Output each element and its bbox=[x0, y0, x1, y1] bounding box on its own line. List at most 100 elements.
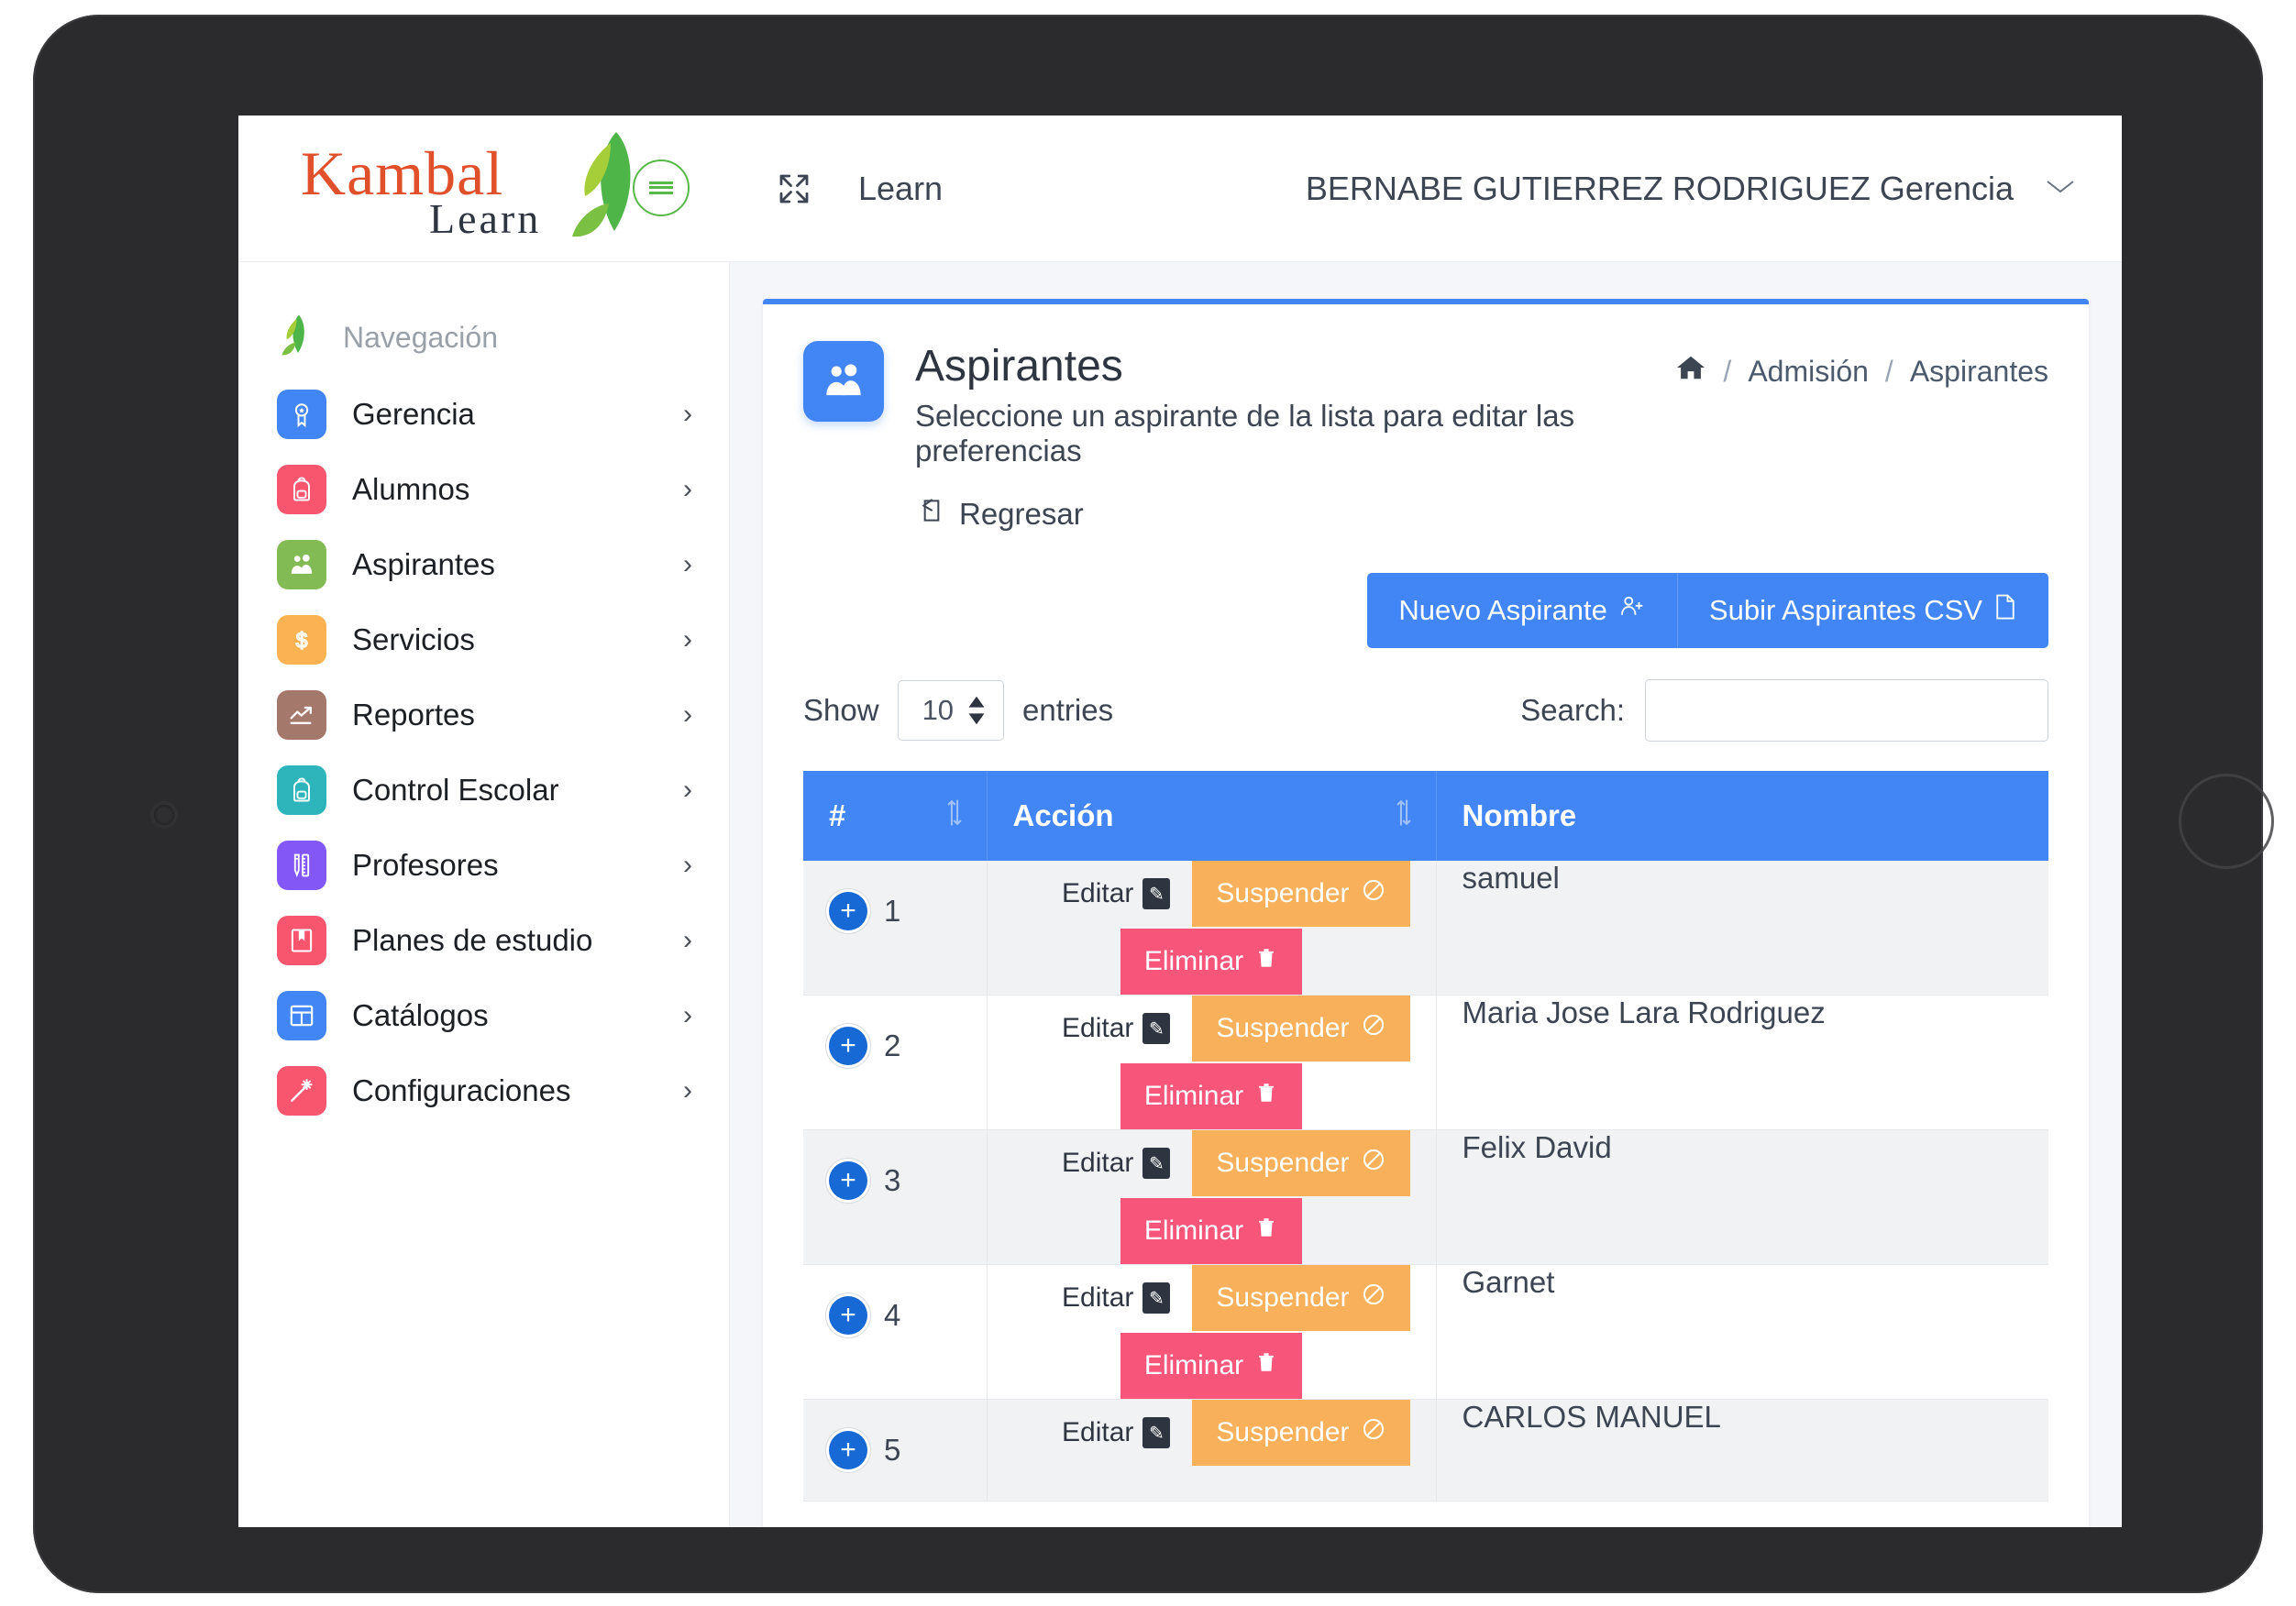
suspend-button[interactable]: Suspender bbox=[1192, 1265, 1410, 1332]
new-aspirante-button[interactable]: Nuevo Aspirante bbox=[1367, 573, 1677, 649]
edit-button[interactable]: Editar ✎ bbox=[1062, 1282, 1171, 1314]
upload-csv-label: Subir Aspirantes CSV bbox=[1708, 594, 1982, 627]
card-header: Aspirantes Seleccione un aspirante de la… bbox=[803, 341, 2048, 468]
delete-button-label: Eliminar bbox=[1143, 1216, 1244, 1247]
search-input[interactable] bbox=[1645, 679, 2048, 742]
show-label: Show bbox=[803, 693, 879, 728]
sidebar-item-reportes[interactable]: Reportes › bbox=[238, 677, 729, 753]
home-icon[interactable] bbox=[1675, 354, 1706, 389]
row-number: 4 bbox=[884, 1298, 901, 1333]
table-row[interactable]: +4 Editar ✎ Suspender Eliminar Garnet bbox=[803, 1264, 2048, 1401]
chevron-right-icon: › bbox=[683, 775, 692, 805]
sidebar-item-label: Catálogos bbox=[352, 998, 489, 1032]
table-row[interactable]: +5 Editar ✎ Suspender CARLOS MANUEL bbox=[803, 1399, 2048, 1502]
suspend-button[interactable]: Suspender bbox=[1192, 996, 1410, 1062]
row-number: 5 bbox=[884, 1433, 901, 1468]
plus-circle-icon[interactable]: + bbox=[829, 1161, 867, 1201]
page-size-select[interactable]: 10 bbox=[897, 680, 1005, 742]
magic-wand-icon bbox=[277, 1066, 326, 1116]
table-row[interactable]: +1 Editar ✎ Suspender Eliminar samuel bbox=[803, 861, 2048, 996]
delete-button[interactable]: Eliminar bbox=[1120, 929, 1303, 996]
breadcrumb-separator-1: / bbox=[1723, 354, 1732, 388]
delete-button[interactable]: Eliminar bbox=[1120, 1063, 1303, 1130]
show-entries-control: Show 10 entries bbox=[803, 680, 1113, 742]
page-title: Aspirantes bbox=[915, 342, 1123, 390]
sidebar-item-configuraciones[interactable]: Configuraciones › bbox=[238, 1053, 729, 1128]
edit-button[interactable]: Editar ✎ bbox=[1062, 1148, 1171, 1180]
plus-circle-icon[interactable]: + bbox=[829, 1027, 867, 1066]
suspend-button-label: Suspender bbox=[1216, 1282, 1350, 1314]
edit-button-label: Editar bbox=[1062, 1417, 1134, 1448]
table-body: +1 Editar ✎ Suspender Eliminar samuel +2 Editar… bbox=[803, 861, 2048, 1502]
pencil-square-icon: ✎ bbox=[1142, 1013, 1171, 1045]
delete-button[interactable]: Eliminar bbox=[1120, 1333, 1303, 1400]
breadcrumb-separator-2: / bbox=[1884, 354, 1893, 388]
cell-accion: Editar ✎ Suspender bbox=[987, 1399, 1437, 1502]
sidebar-item-alumnos[interactable]: Alumnos › bbox=[238, 452, 729, 527]
sidebar: Navegación Gerencia › Alumnos › Aspirantes › $… bbox=[238, 262, 730, 1527]
ban-icon bbox=[1361, 1147, 1386, 1180]
brand-logo[interactable]: Kambal Learn bbox=[238, 116, 730, 261]
user-menu[interactable]: BERNABE GUTIERREZ RODRIGUEZ Gerencia bbox=[1306, 170, 2076, 208]
sidebar-item-label: Configuraciones bbox=[352, 1073, 571, 1107]
back-button[interactable]: Regresar bbox=[919, 496, 1084, 533]
chevron-down-icon bbox=[2045, 177, 2076, 200]
column-header-num[interactable]: # bbox=[803, 771, 988, 862]
sidebar-item-servicios[interactable]: $ Servicios › bbox=[238, 602, 729, 677]
edit-button[interactable]: Editar ✎ bbox=[1062, 1417, 1171, 1449]
aspirantes-card: Aspirantes Seleccione un aspirante de la… bbox=[763, 299, 2089, 1527]
cell-nombre: Felix David bbox=[1436, 1129, 2048, 1266]
sidebar-item-label: Servicios bbox=[352, 622, 475, 656]
chevron-right-icon: › bbox=[683, 1075, 692, 1106]
plus-circle-icon[interactable]: + bbox=[829, 1296, 867, 1336]
sidebar-item-planes-de-estudio[interactable]: Planes de estudio › bbox=[238, 903, 729, 978]
cell-accion: Editar ✎ Suspender Eliminar bbox=[987, 995, 1437, 1131]
breadcrumb-item-admision[interactable]: Admisión bbox=[1748, 355, 1869, 389]
cell-num: +2 bbox=[803, 995, 988, 1131]
table-row[interactable]: +2 Editar ✎ Suspender Eliminar Maria Jose Lar… bbox=[803, 995, 2048, 1131]
cell-num: +5 bbox=[803, 1399, 988, 1502]
edit-button[interactable]: Editar ✎ bbox=[1062, 1013, 1171, 1045]
plus-circle-icon[interactable]: + bbox=[829, 892, 867, 931]
edit-button-label: Editar bbox=[1062, 1148, 1134, 1179]
aspirante-name: CARLOS MANUEL bbox=[1462, 1400, 1721, 1435]
suspend-button[interactable]: Suspender bbox=[1192, 861, 1410, 928]
cell-nombre: CARLOS MANUEL bbox=[1436, 1399, 2048, 1502]
chevron-right-icon: › bbox=[683, 399, 692, 429]
ruler-pencil-icon bbox=[277, 841, 326, 890]
table-header-row: # Acción Nombre bbox=[803, 771, 2048, 862]
row-number: 2 bbox=[884, 1028, 901, 1063]
sidebar-item-label: Reportes bbox=[352, 698, 475, 732]
chevron-right-icon: › bbox=[683, 549, 692, 579]
table-head: # Acción Nombre bbox=[803, 771, 2048, 862]
brand-menu-icon[interactable] bbox=[633, 159, 690, 216]
sidebar-item-profesores[interactable]: Profesores › bbox=[238, 828, 729, 903]
sidebar-item-aspirantes[interactable]: Aspirantes › bbox=[238, 527, 729, 602]
sort-icon bbox=[944, 798, 965, 835]
column-header-nombre[interactable]: Nombre bbox=[1436, 771, 2048, 862]
pencil-square-icon: ✎ bbox=[1142, 1148, 1171, 1180]
row-number: 1 bbox=[884, 894, 901, 929]
back-arrow-icon bbox=[919, 496, 948, 533]
chevron-right-icon: › bbox=[683, 1000, 692, 1030]
sidebar-item-gerencia[interactable]: Gerencia › bbox=[238, 377, 729, 452]
leaf-icon bbox=[277, 310, 323, 366]
breadcrumb-item-aspirantes[interactable]: Aspirantes bbox=[1910, 355, 2048, 389]
sidebar-item-catálogos[interactable]: Catálogos › bbox=[238, 978, 729, 1053]
delete-button[interactable]: Eliminar bbox=[1120, 1198, 1303, 1265]
ban-icon bbox=[1361, 1416, 1386, 1449]
delete-button-label: Eliminar bbox=[1143, 1350, 1244, 1381]
plus-circle-icon[interactable]: + bbox=[829, 1431, 867, 1470]
device-home-button[interactable] bbox=[2179, 774, 2274, 869]
suspend-button[interactable]: Suspender bbox=[1192, 1400, 1410, 1467]
edit-button[interactable]: Editar ✎ bbox=[1062, 878, 1171, 910]
table-row[interactable]: +3 Editar ✎ Suspender Eliminar Felix David bbox=[803, 1129, 2048, 1266]
suspend-button[interactable]: Suspender bbox=[1192, 1130, 1410, 1197]
brand-secondary-text: Learn bbox=[429, 194, 542, 242]
column-header-accion[interactable]: Acción bbox=[987, 771, 1437, 862]
sidebar-item-control-escolar[interactable]: Control Escolar › bbox=[238, 753, 729, 828]
upload-csv-button[interactable]: Subir Aspirantes CSV bbox=[1676, 573, 2048, 649]
expand-arrows-icon[interactable] bbox=[772, 167, 816, 211]
page-size-value: 10 bbox=[922, 694, 955, 727]
delete-button-label: Eliminar bbox=[1143, 1081, 1244, 1112]
